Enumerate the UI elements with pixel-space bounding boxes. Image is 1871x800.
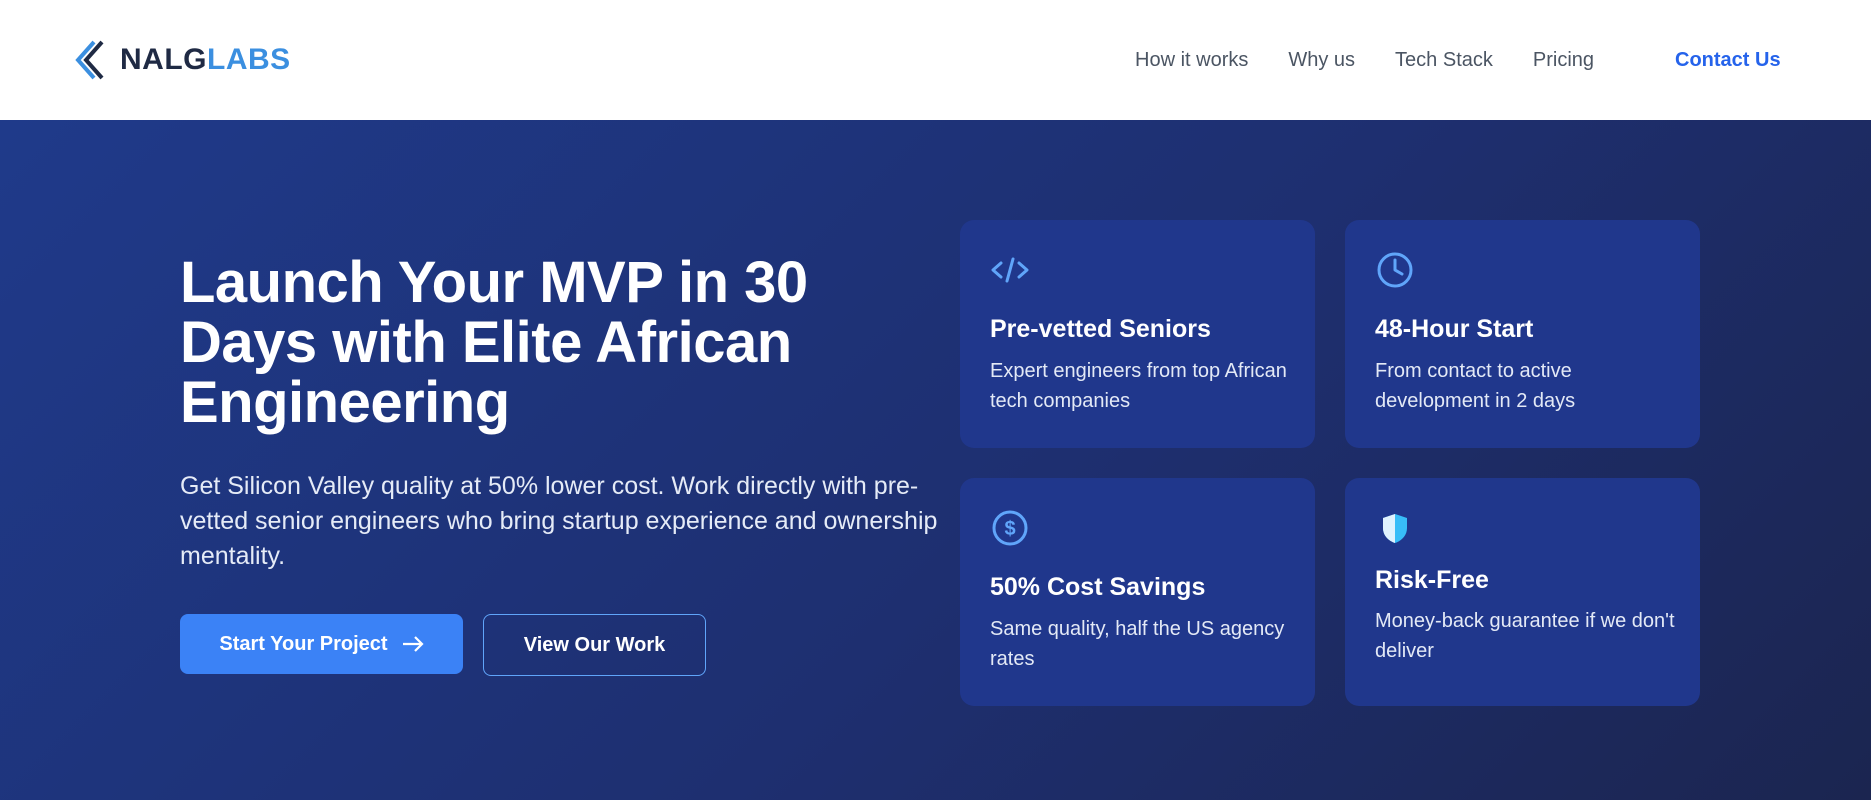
code-icon [991, 257, 1029, 283]
hero-section: Launch Your MVP in 30 Days with Elite Af… [0, 120, 1871, 800]
start-project-label: Start Your Project [219, 632, 388, 655]
hero-title: Launch Your MVP in 30 Days with Elite Af… [180, 250, 808, 435]
nav-link-pricing[interactable]: Pricing [1533, 49, 1594, 72]
nav-link-why-us[interactable]: Why us [1288, 49, 1355, 72]
feature-desc: Expert engineers from top African tech c… [990, 360, 1287, 412]
feature-card-48-hour: 48-Hour Start From contact to active dev… [1345, 220, 1700, 448]
view-work-button[interactable]: View Our Work [483, 614, 706, 676]
feature-card-cost-savings: $ 50% Cost Savings Same quality, half th… [960, 478, 1315, 706]
feature-title: 50% Cost Savings [990, 573, 1206, 601]
start-project-button[interactable]: Start Your Project [180, 614, 463, 674]
nav-link-tech-stack[interactable]: Tech Stack [1395, 49, 1493, 72]
view-work-label: View Our Work [523, 633, 666, 656]
feature-title: Risk-Free [1375, 566, 1489, 594]
logo-text-part1: NALG [120, 43, 207, 76]
svg-text:$: $ [1004, 518, 1015, 540]
logo-chevron-icon [75, 40, 104, 80]
nav-link-how-it-works[interactable]: How it works [1135, 49, 1248, 72]
feature-card-pre-vetted: Pre-vetted Seniors Expert engineers from… [960, 220, 1315, 448]
logo[interactable]: NALGLABS [72, 38, 291, 82]
logo-text-part2: LABS [207, 43, 291, 76]
site-header: NALGLABS How it works Why us Tech Stack … [0, 0, 1871, 120]
clock-icon [1377, 252, 1413, 288]
hero-content: Launch Your MVP in 30 Days with Elite Af… [180, 253, 940, 676]
hero-buttons: Start Your Project View Our Work [180, 614, 940, 676]
shield-icon [1383, 514, 1407, 543]
feature-desc: Same quality, half the US agency rates [990, 618, 1285, 670]
feature-desc: From contact to active development in 2 … [1375, 360, 1576, 412]
feature-title: 48-Hour Start [1375, 315, 1534, 343]
dollar-icon: $ [992, 510, 1028, 546]
main-nav: How it works Why us Tech Stack Pricing C… [1135, 0, 1781, 120]
arrow-right-icon [402, 636, 424, 652]
feature-title: Pre-vetted Seniors [990, 315, 1211, 343]
feature-desc: Money-back guarantee if we don't deliver [1375, 610, 1675, 662]
feature-card-risk-free: Risk-Free Money-back guarantee if we don… [1345, 478, 1700, 706]
logo-text: NALGLABS [120, 43, 291, 77]
nav-link-contact-us[interactable]: Contact Us [1675, 49, 1781, 72]
hero-subtitle: Get Silicon Valley quality at 50% lower … [180, 472, 938, 570]
feature-cards: Pre-vetted Seniors Expert engineers from… [960, 220, 1700, 706]
